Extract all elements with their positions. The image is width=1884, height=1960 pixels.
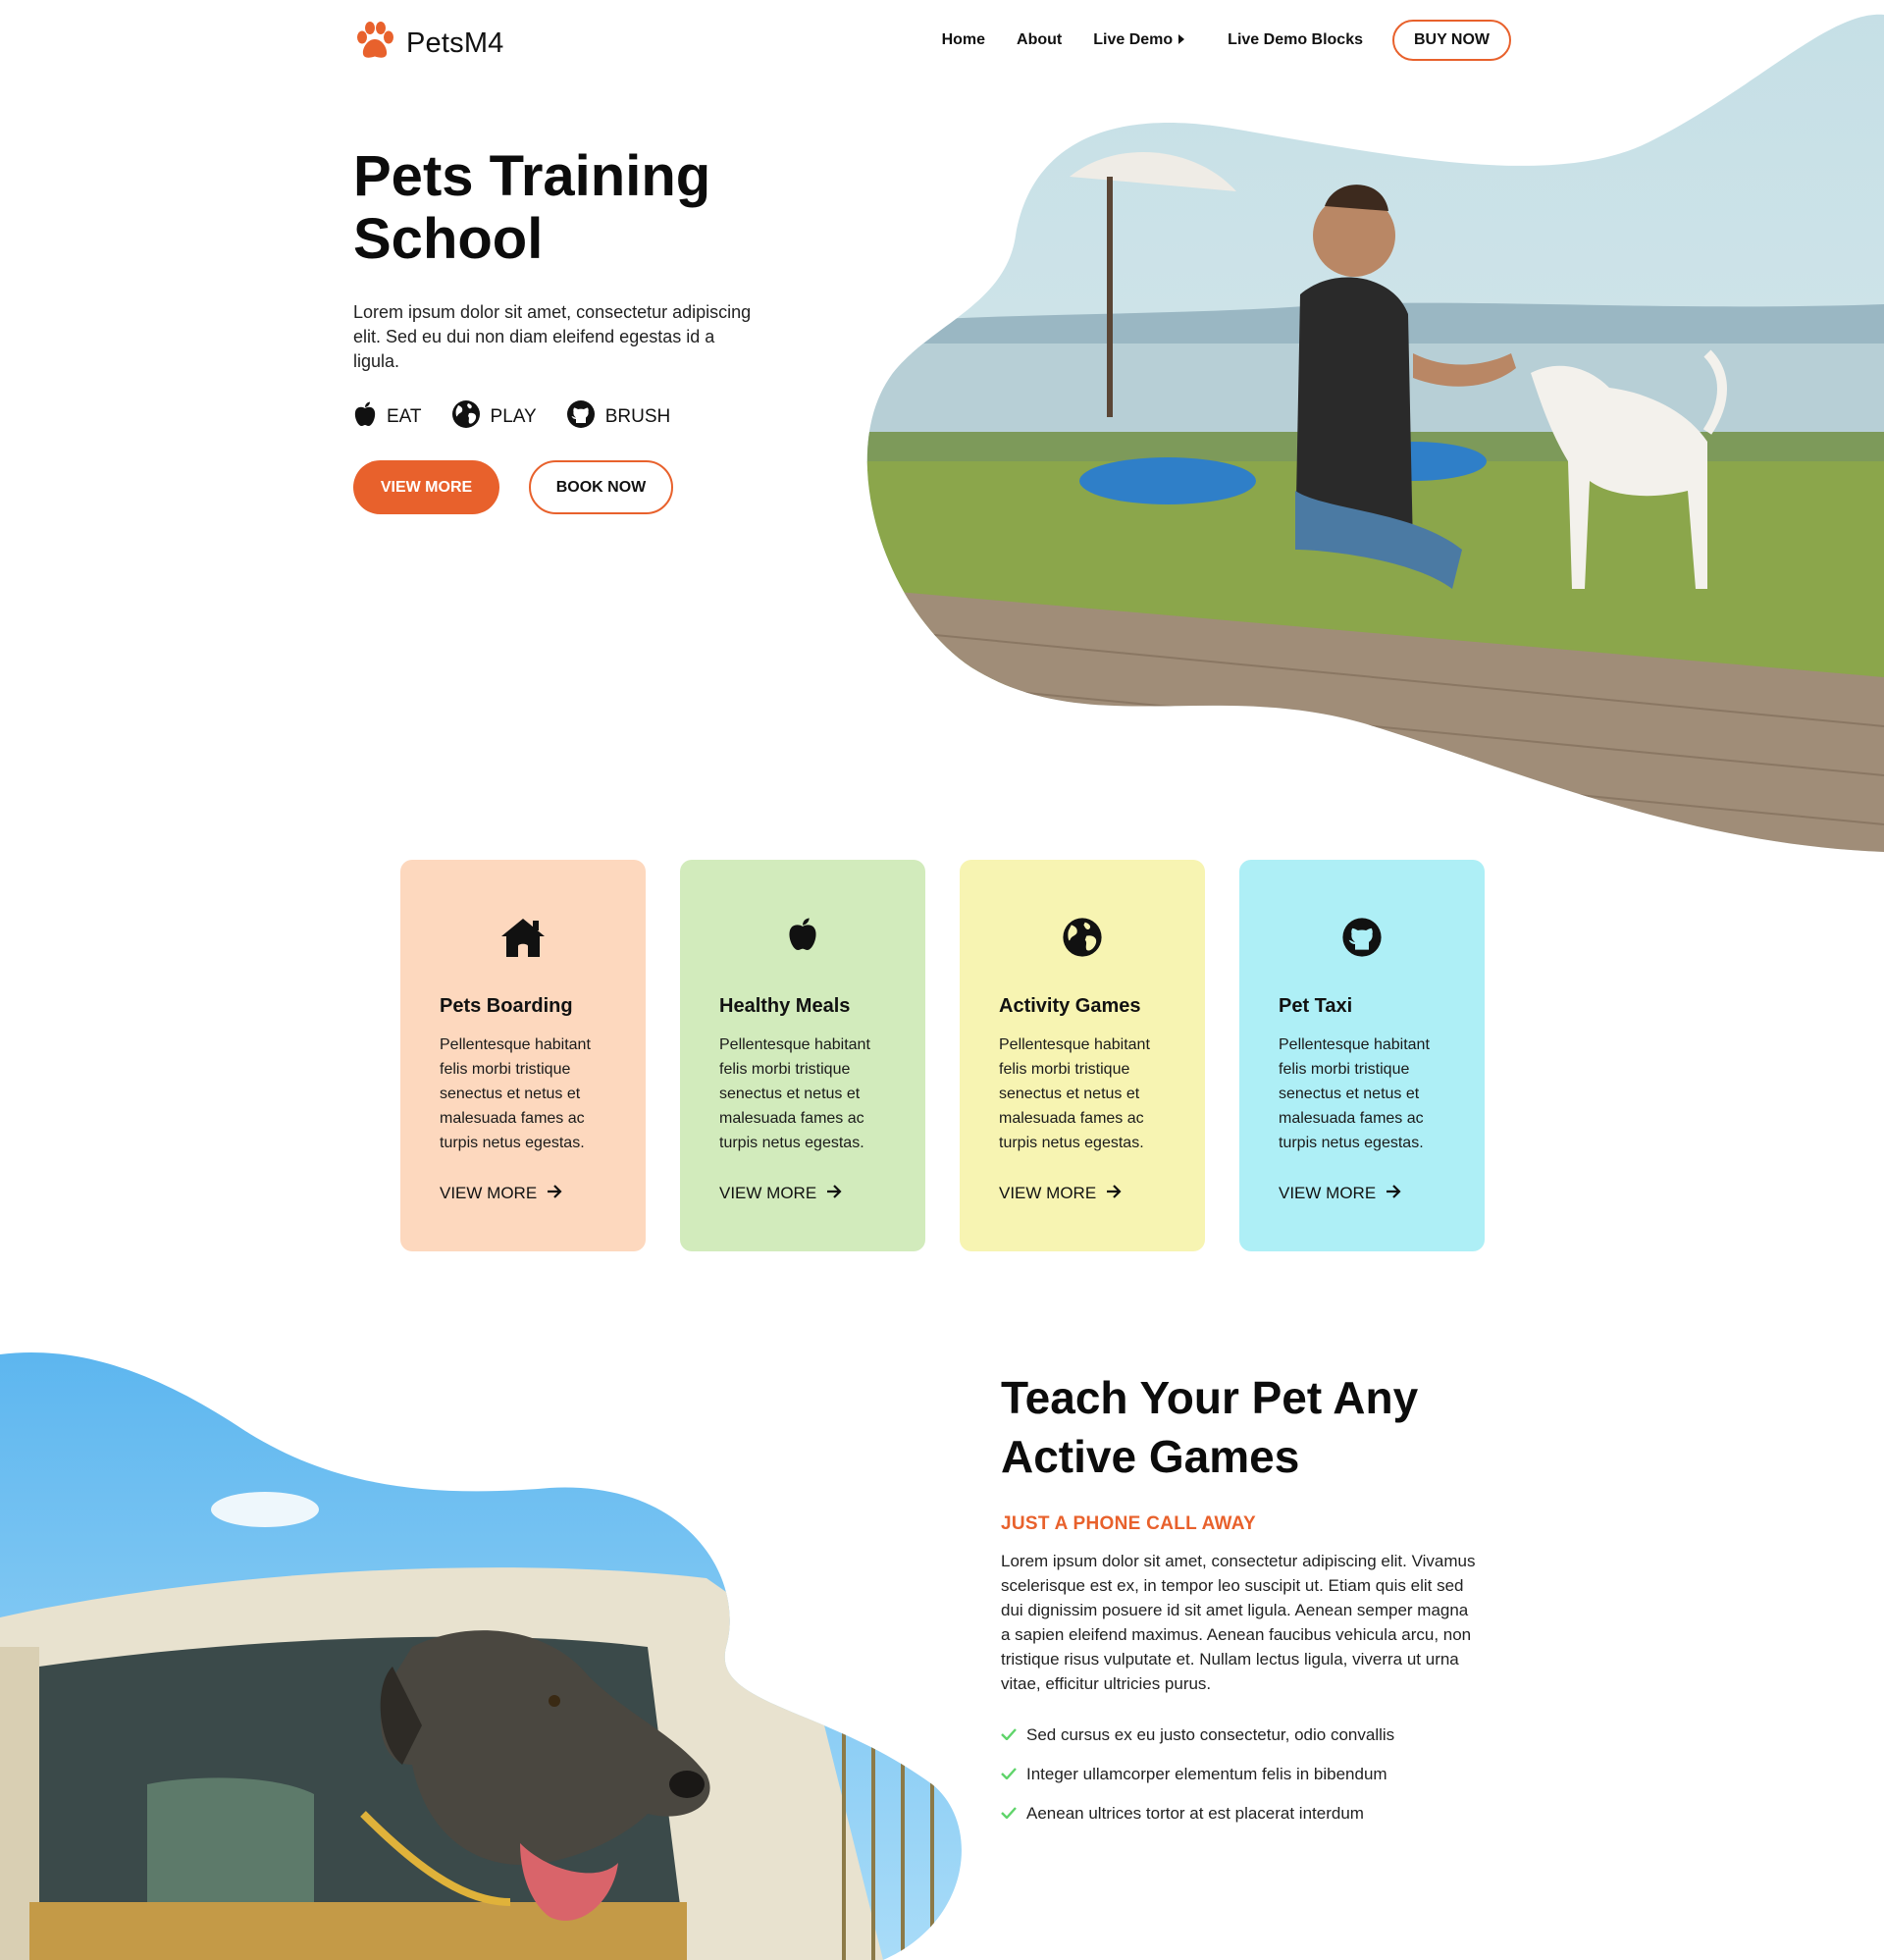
list-item: Integer ullamcorper elementum felis in b…	[1001, 1755, 1492, 1794]
card-description: Pellentesque habitant felis morbi tristi…	[440, 1036, 591, 1151]
check-icon	[1001, 1765, 1017, 1784]
card-title: Healthy Meals	[719, 995, 851, 1017]
brand-name: PetsM4	[406, 27, 504, 59]
card-description: Pellentesque habitant felis morbi tristi…	[999, 1036, 1150, 1151]
dog-in-car-photo	[0, 1352, 962, 1960]
check-icon	[1001, 1725, 1017, 1745]
card-activity-games: Activity Games Pellentesque habitant fel…	[960, 860, 1205, 1251]
card-link-label: VIEW MORE	[719, 1184, 817, 1202]
hero-title: Pets Training School	[353, 145, 785, 271]
apple-icon	[353, 401, 377, 433]
view-more-button[interactable]: VIEW MORE	[353, 460, 499, 514]
arrow-right-icon	[826, 1184, 842, 1203]
card-view-more-link[interactable]: VIEW MORE	[999, 1184, 1122, 1203]
book-now-button[interactable]: BOOK NOW	[529, 460, 673, 514]
hero-content: Pets Training School Lorem ipsum dolor s…	[353, 145, 785, 514]
hero-features: EAT PLAY BRUSH	[353, 399, 785, 435]
card-description: Pellentesque habitant felis morbi tristi…	[719, 1036, 870, 1151]
list-item-text: Aenean ultrices tortor at est placerat i…	[1026, 1804, 1364, 1823]
card-link-label: VIEW MORE	[999, 1184, 1097, 1202]
hero-title-line1: Pets Training	[353, 144, 711, 208]
list-item: Sed cursus ex eu justo consectetur, odio…	[1001, 1716, 1492, 1755]
games-description: Lorem ipsum dolor sit amet, consectetur …	[1001, 1552, 1476, 1693]
games-title-line1: Teach Your Pet Any	[1001, 1372, 1419, 1423]
feature-eat-label: EAT	[387, 406, 422, 427]
brand-logo-link[interactable]: PetsM4	[353, 22, 504, 66]
paw-icon	[353, 22, 396, 66]
card-link-label: VIEW MORE	[1279, 1184, 1377, 1202]
hero-description: Lorem ipsum dolor sit amet, consectetur …	[353, 302, 752, 371]
check-icon	[1001, 1804, 1017, 1824]
list-item: Aenean ultrices tortor at est placerat i…	[1001, 1794, 1492, 1833]
card-pet-taxi: Pet Taxi Pellentesque habitant felis mor…	[1239, 860, 1485, 1251]
games-section: Teach Your Pet Any Active Games JUST A P…	[1001, 1368, 1492, 1833]
card-title: Pets Boarding	[440, 995, 573, 1017]
arrow-right-icon	[1386, 1184, 1401, 1203]
feature-play: PLAY	[451, 399, 537, 435]
card-pets-boarding: Pets Boarding Pellentesque habitant feli…	[400, 860, 646, 1251]
games-title: Teach Your Pet Any Active Games	[1001, 1368, 1492, 1486]
card-title: Activity Games	[999, 995, 1141, 1017]
github-icon	[1239, 917, 1485, 958]
arrow-right-icon	[547, 1184, 562, 1203]
card-healthy-meals: Healthy Meals Pellentesque habitant feli…	[680, 860, 925, 1251]
list-item-text: Sed cursus ex eu justo consectetur, odio…	[1026, 1725, 1395, 1744]
globe-icon	[960, 917, 1205, 958]
list-item-text: Integer ullamcorper elementum felis in b…	[1026, 1765, 1387, 1783]
hero-photo-man-with-dog	[866, 14, 1884, 852]
card-view-more-link[interactable]: VIEW MORE	[1279, 1184, 1401, 1203]
card-link-label: VIEW MORE	[440, 1184, 538, 1202]
games-title-line2: Active Games	[1001, 1431, 1300, 1482]
apple-icon	[680, 917, 925, 952]
games-subtitle: JUST A PHONE CALL AWAY	[1001, 1513, 1256, 1534]
card-title: Pet Taxi	[1279, 995, 1353, 1017]
home-icon	[400, 917, 646, 958]
globe-icon	[451, 399, 481, 435]
service-cards: Pets Boarding Pellentesque habitant feli…	[400, 860, 1485, 1251]
github-icon	[566, 399, 596, 435]
arrow-right-icon	[1106, 1184, 1122, 1203]
feature-brush: BRUSH	[566, 399, 671, 435]
card-view-more-link[interactable]: VIEW MORE	[440, 1184, 562, 1203]
games-checklist: Sed cursus ex eu justo consectetur, odio…	[1001, 1716, 1492, 1833]
card-description: Pellentesque habitant felis morbi tristi…	[1279, 1036, 1430, 1151]
hero-title-line2: School	[353, 207, 544, 271]
hero-buttons: VIEW MORE BOOK NOW	[353, 460, 785, 514]
feature-eat: EAT	[353, 401, 422, 433]
card-view-more-link[interactable]: VIEW MORE	[719, 1184, 842, 1203]
feature-play-label: PLAY	[490, 406, 537, 427]
feature-brush-label: BRUSH	[604, 406, 671, 427]
